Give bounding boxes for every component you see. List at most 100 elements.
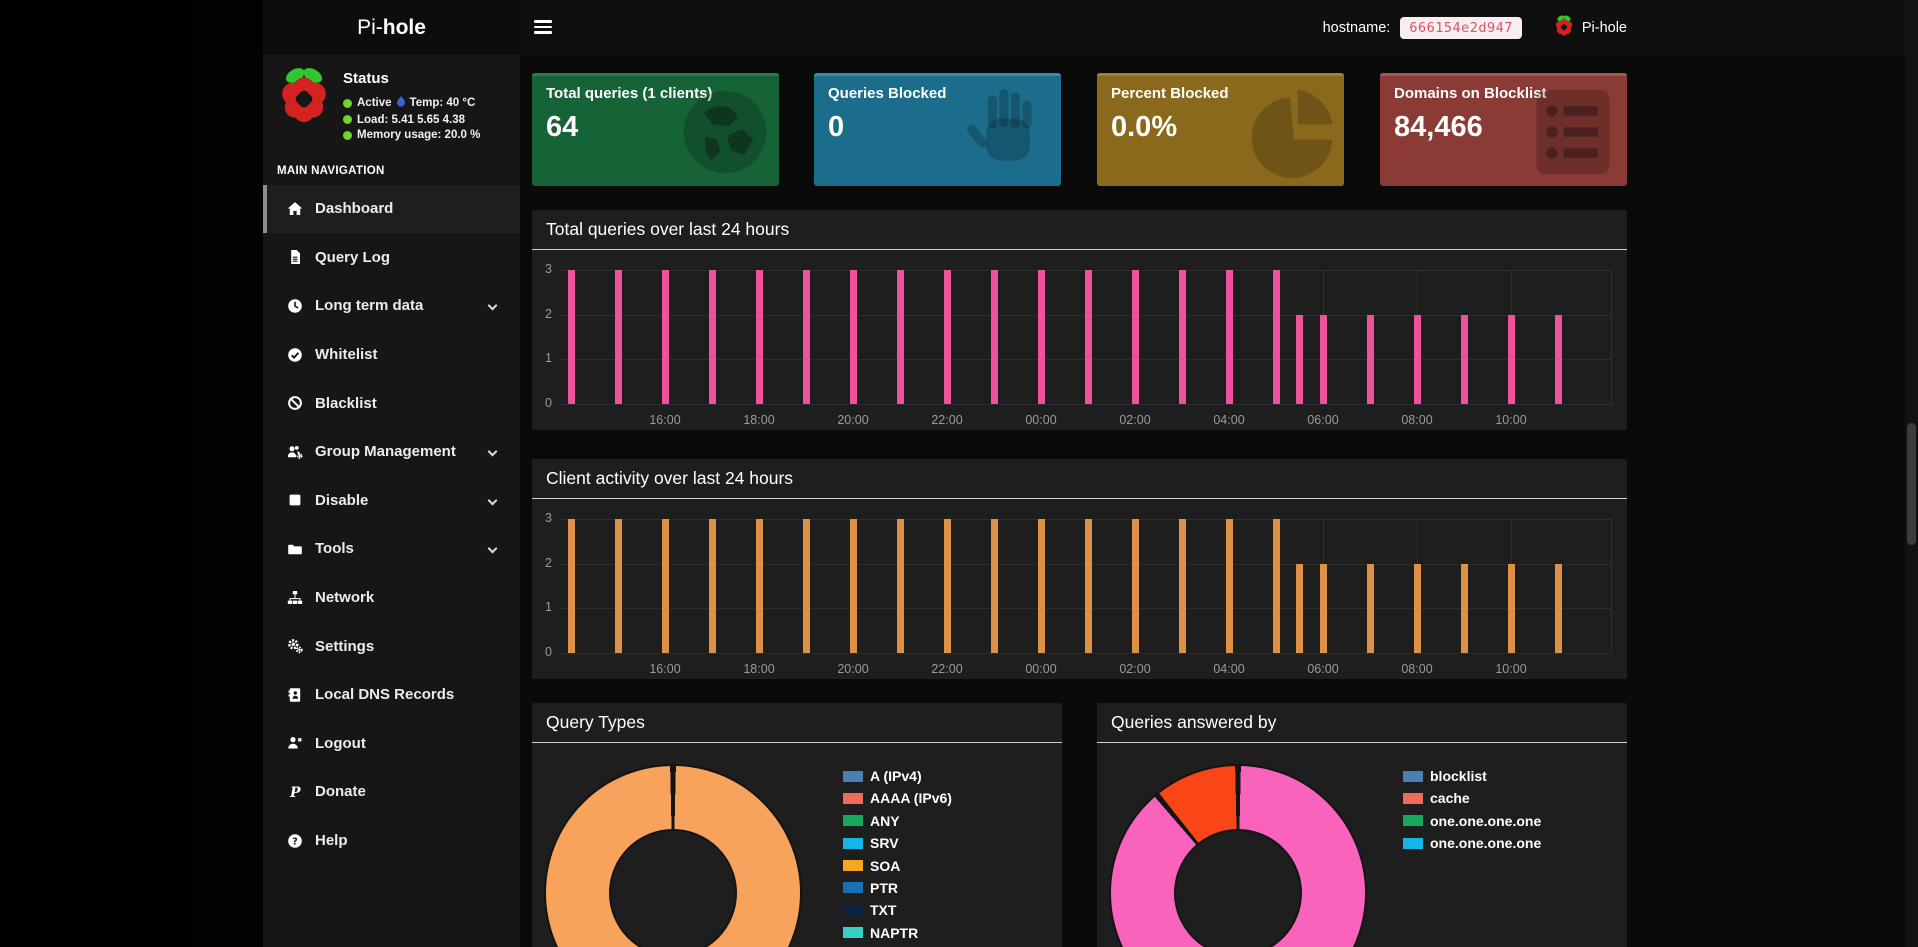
y-axis-tick-label: 1 bbox=[532, 351, 552, 365]
x-axis-tick-label: 10:00 bbox=[1487, 413, 1535, 427]
globe-icon bbox=[677, 84, 773, 180]
y-axis-tick-label: 3 bbox=[532, 511, 552, 525]
query-bar bbox=[1555, 315, 1562, 404]
top-navbar: hostname: 666154e2d947 Pi-hole bbox=[520, 0, 1918, 55]
legend-label: cache bbox=[1430, 790, 1470, 806]
legend-item[interactable]: NAPTR bbox=[843, 927, 952, 939]
hamburger-menu-icon[interactable] bbox=[534, 17, 556, 37]
legend-label: SOA bbox=[870, 858, 900, 874]
gears-icon bbox=[285, 638, 305, 654]
x-axis-tick-label: 16:00 bbox=[641, 662, 689, 676]
chevron-down-icon bbox=[488, 301, 498, 311]
sidebar-item-disable[interactable]: Disable bbox=[263, 476, 520, 525]
sidebar-item-local-dns-records[interactable]: Local DNS Records bbox=[263, 670, 520, 719]
legend-swatch bbox=[843, 838, 863, 849]
sidebar-item-long-term-data[interactable]: Long term data bbox=[263, 282, 520, 331]
chevron-down-icon bbox=[488, 495, 498, 505]
query-bar bbox=[1555, 564, 1562, 653]
main-content: Total queries (1 clients) 64 Queries Blo… bbox=[520, 55, 1918, 947]
query-bar bbox=[1296, 315, 1303, 404]
hand-icon bbox=[959, 84, 1055, 180]
legend-swatch bbox=[843, 882, 863, 893]
legend-item[interactable]: one.one.one.one bbox=[1403, 837, 1541, 849]
query-bar bbox=[709, 519, 716, 653]
panel-title: Total queries over last 24 hours bbox=[532, 210, 1627, 250]
sidebar-item-settings[interactable]: Settings bbox=[263, 622, 520, 671]
legend-item[interactable]: one.one.one.one bbox=[1403, 815, 1541, 827]
sidebar-item-tools[interactable]: Tools bbox=[263, 525, 520, 574]
card-queries-blocked: Queries Blocked 0 bbox=[814, 73, 1061, 186]
sidebar-item-group-management[interactable]: Group Management bbox=[263, 427, 520, 476]
address-book-icon bbox=[285, 687, 305, 703]
card-domains-blocklist: Domains on Blocklist 84,466 bbox=[1380, 73, 1627, 186]
hostname-badge: 666154e2d947 bbox=[1400, 17, 1522, 39]
legend-label: ANY bbox=[870, 813, 900, 829]
legend-item[interactable]: ANY bbox=[843, 815, 952, 827]
sidebar-item-logout[interactable]: Logout bbox=[263, 719, 520, 768]
sidebar-item-help[interactable]: ?Help bbox=[263, 816, 520, 865]
sidebar-item-label: Logout bbox=[315, 735, 366, 752]
sidebar-item-label: Disable bbox=[315, 492, 368, 509]
question-circle-icon: ? bbox=[285, 833, 305, 849]
status-active-dot bbox=[343, 99, 352, 108]
legend-item[interactable]: AAAA (IPv6) bbox=[843, 792, 952, 804]
query-bar bbox=[1038, 270, 1045, 404]
query-bar bbox=[850, 519, 857, 653]
scrollbar-thumb[interactable] bbox=[1907, 423, 1916, 545]
query-bar bbox=[568, 270, 575, 404]
legend-item[interactable]: A (IPv4) bbox=[843, 770, 952, 782]
query-bar bbox=[1226, 270, 1233, 404]
donut-hole bbox=[1174, 829, 1302, 947]
chevron-down-icon bbox=[488, 544, 498, 554]
legend-item[interactable]: cache bbox=[1403, 792, 1541, 804]
legend-label: one.one.one.one bbox=[1430, 835, 1541, 851]
scrollbar-track[interactable] bbox=[1905, 0, 1918, 947]
x-axis-tick-label: 06:00 bbox=[1299, 413, 1347, 427]
x-axis-tick-label: 18:00 bbox=[735, 662, 783, 676]
sidebar-item-label: Blacklist bbox=[315, 395, 377, 412]
status-row-memory: Memory usage: 20.0 % bbox=[343, 129, 480, 141]
pihole-logo bbox=[277, 64, 331, 145]
legend-item[interactable]: blocklist bbox=[1403, 770, 1541, 782]
query-bar bbox=[803, 519, 810, 653]
sidebar-item-blacklist[interactable]: Blacklist bbox=[263, 379, 520, 428]
panel-title: Queries answered by bbox=[1097, 703, 1627, 743]
x-axis-tick-label: 04:00 bbox=[1205, 413, 1253, 427]
gridline bbox=[1611, 519, 1612, 653]
y-axis-tick-label: 2 bbox=[532, 556, 552, 570]
sidebar-item-network[interactable]: Network bbox=[263, 573, 520, 622]
folder-icon bbox=[285, 541, 305, 557]
sidebar-item-donate[interactable]: PDonate bbox=[263, 768, 520, 817]
legend-item[interactable]: SOA bbox=[843, 860, 952, 872]
x-axis-tick-label: 22:00 bbox=[923, 413, 971, 427]
status-title: Status bbox=[343, 70, 480, 87]
query-bar bbox=[709, 270, 716, 404]
legend-item[interactable]: PTR bbox=[843, 882, 952, 894]
card-percent-blocked: Percent Blocked 0.0% bbox=[1097, 73, 1344, 186]
query-bar bbox=[944, 519, 951, 653]
users-gear-icon bbox=[285, 444, 305, 460]
home-icon bbox=[285, 201, 305, 217]
query-bar bbox=[662, 519, 669, 653]
gridline bbox=[558, 404, 1612, 405]
query-bar bbox=[850, 270, 857, 404]
query-bar bbox=[756, 519, 763, 653]
legend-swatch bbox=[1403, 815, 1423, 826]
sidebar-item-whitelist[interactable]: Whitelist bbox=[263, 330, 520, 379]
legend-label: PTR bbox=[870, 880, 898, 896]
sidebar-item-dashboard[interactable]: Dashboard bbox=[263, 185, 520, 234]
sidebar-item-query-log[interactable]: Query Log bbox=[263, 233, 520, 282]
chevron-down-icon bbox=[488, 447, 498, 457]
navbar-right: hostname: 666154e2d947 Pi-hole bbox=[1323, 0, 1627, 55]
x-axis-tick-label: 18:00 bbox=[735, 413, 783, 427]
legend-label: SRV bbox=[870, 835, 899, 851]
x-axis-tick-label: 02:00 bbox=[1111, 413, 1159, 427]
legend-label: one.one.one.one bbox=[1430, 813, 1541, 829]
x-axis-tick-label: 20:00 bbox=[829, 662, 877, 676]
legend-item[interactable]: SRV bbox=[843, 837, 952, 849]
file-lines-icon bbox=[285, 249, 305, 265]
query-bar bbox=[1414, 315, 1421, 404]
query-bar bbox=[803, 270, 810, 404]
legend-item[interactable]: TXT bbox=[843, 904, 952, 916]
chart-legend: A (IPv4) AAAA (IPv6) ANY SRV SOA PTR TXT NAPTR bbox=[843, 770, 952, 947]
